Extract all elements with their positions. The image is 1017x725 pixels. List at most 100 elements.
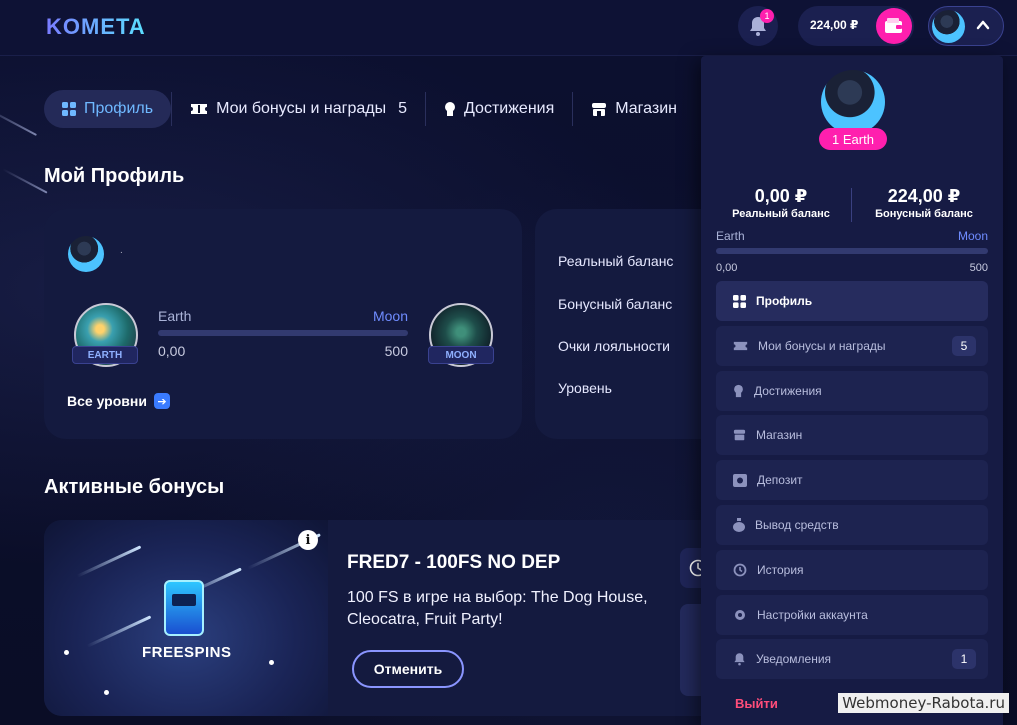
ticket-icon [191,104,208,114]
tab-shop[interactable]: Магазин [573,90,695,128]
ticket-icon [733,341,748,350]
menu-item-achievements[interactable]: Достижения [716,370,988,411]
balance-pill[interactable]: 224,00 ₽ [798,6,914,46]
dropdown-progress-min: 0,00 [716,262,738,274]
gear-icon [735,609,745,620]
comet [76,545,142,578]
active-bonus-card: FREESPINS i FRED7 - 100FS NO DEP 100 FS … [44,520,724,716]
bell-icon [734,653,745,666]
moon-label: MOON [428,346,494,364]
dropdown-real-balance: 0,00 ₽ [754,186,808,206]
current-level-name: Earth [158,308,192,324]
watermark: Webmoney-Rabota.ru [838,693,1009,713]
notifications-badge: 1 [760,9,774,23]
menu-item-count: 5 [952,335,976,356]
menu-item-label: Депозит [757,473,803,488]
menu-item-label: Вывод средств [755,517,839,532]
dropdown-menu-list: Профиль Мои бонусы и награды 5 Достижени… [716,281,988,684]
user-menu-toggle[interactable] [928,6,1004,46]
user-dropdown-menu: 1 Earth 0,00 ₽ Реальный баланс 224,00 ₽ … [701,56,1003,725]
site-logo[interactable]: KOMETA [46,14,146,40]
tab-count: 5 [398,100,408,117]
active-bonuses-title: Активные бонусы [44,476,225,498]
menu-item-label: История [757,562,804,577]
history-icon [733,563,747,577]
medal-icon [445,102,456,116]
deposit-icon [733,473,747,487]
logout-button[interactable]: Выйти [735,696,778,711]
info-icon[interactable]: i [298,530,318,550]
menu-item-count: 1 [952,649,976,670]
balance-divider [851,188,852,222]
bonus-balance-label: Бонусный баланс [558,296,673,312]
wallet-icon [885,18,902,33]
tab-label: Достижения [464,100,555,117]
dropdown-level-from: Earth [716,229,745,243]
menu-item-label: Достижения [754,383,822,398]
all-levels-label: Все уровни [67,393,147,409]
star [64,650,69,655]
grid-icon [62,102,76,116]
level-pill: 1 Earth [819,128,887,150]
real-balance-label: Реальный баланс [558,253,674,269]
menu-item-settings[interactable]: Настройки аккаунта [716,594,988,635]
level-label: Уровень [558,380,612,396]
shop-icon [592,102,607,116]
profile-tabs: Профиль Мои бонусы и награды 5 Достижени… [44,89,695,129]
tab-label: Профиль [84,100,154,117]
menu-item-deposit[interactable]: Депозит [716,460,988,501]
top-header: KOMETA 1 224,00 ₽ [0,0,1017,56]
tab-label: Магазин [615,100,677,117]
bonus-description: 100 FS в игре на выбор: The Dog House, C… [347,589,648,628]
dropdown-real-balance-label: Реальный баланс [732,208,830,220]
all-levels-link[interactable]: Все уровни ➔ [67,393,170,409]
menu-item-bonuses[interactable]: Мои бонусы и награды 5 [716,325,988,366]
user-avatar [932,10,965,43]
background-streak [2,168,48,194]
notifications-button[interactable]: 1 [738,6,778,46]
menu-item-label: Мои бонусы и награды [758,338,886,353]
freespins-label: FREESPINS [142,644,232,661]
dropdown-bonus-balance-label: Бонусный баланс [875,208,973,220]
tab-label: Мои бонусы и награды [216,100,387,117]
menu-item-shop[interactable]: Магазин [716,415,988,456]
star [269,660,274,665]
menu-item-profile[interactable]: Профиль [716,281,988,321]
next-level-name: Moon [372,308,408,324]
grid-icon [733,294,746,308]
money-bag-icon [733,517,745,532]
profile-level-card: . EARTH Earth Moon 0,00 500 MOON Все уро… [44,209,522,439]
menu-item-label: Магазин [756,428,803,443]
profile-avatar [68,236,104,272]
medal-icon [734,384,743,397]
cancel-bonus-button[interactable]: Отменить [352,650,464,688]
menu-item-label: Настройки аккаунта [757,607,868,622]
tab-achievements[interactable]: Достижения [426,90,572,128]
username: . [120,245,123,256]
profile-section-title: Мой Профиль [44,165,185,187]
level-progress-bar [158,330,408,336]
menu-item-history[interactable]: История [716,549,988,590]
freespins-image: FREESPINS i [44,520,328,716]
header-balance: 224,00 ₽ [810,18,859,32]
slot-machine-icon [164,580,204,636]
menu-item-withdraw[interactable]: Вывод средств [716,504,988,545]
tab-bonuses[interactable]: Мои бонусы и награды 5 [172,90,425,128]
menu-item-label: Профиль [756,294,813,308]
bonus-title: FRED7 - 100FS NO DEP [347,552,561,573]
tab-profile[interactable]: Профиль [44,90,172,128]
progress-min: 0,00 [158,343,186,359]
shop-icon [733,430,746,441]
loyalty-points-label: Очки лояльности [558,338,670,354]
dropdown-avatar [821,70,885,134]
star [104,690,109,695]
arrow-right-icon: ➔ [153,393,170,409]
dropdown-progress-max: 500 [969,262,988,274]
background-streak [0,106,37,136]
menu-item-notifications[interactable]: Уведомления 1 [716,639,988,680]
dropdown-bonus-balance: 224,00 ₽ [887,186,961,206]
chevron-up-icon [976,20,990,30]
progress-max: 500 [384,343,408,359]
dropdown-progress-bar [716,248,988,254]
wallet-button[interactable] [876,8,912,44]
